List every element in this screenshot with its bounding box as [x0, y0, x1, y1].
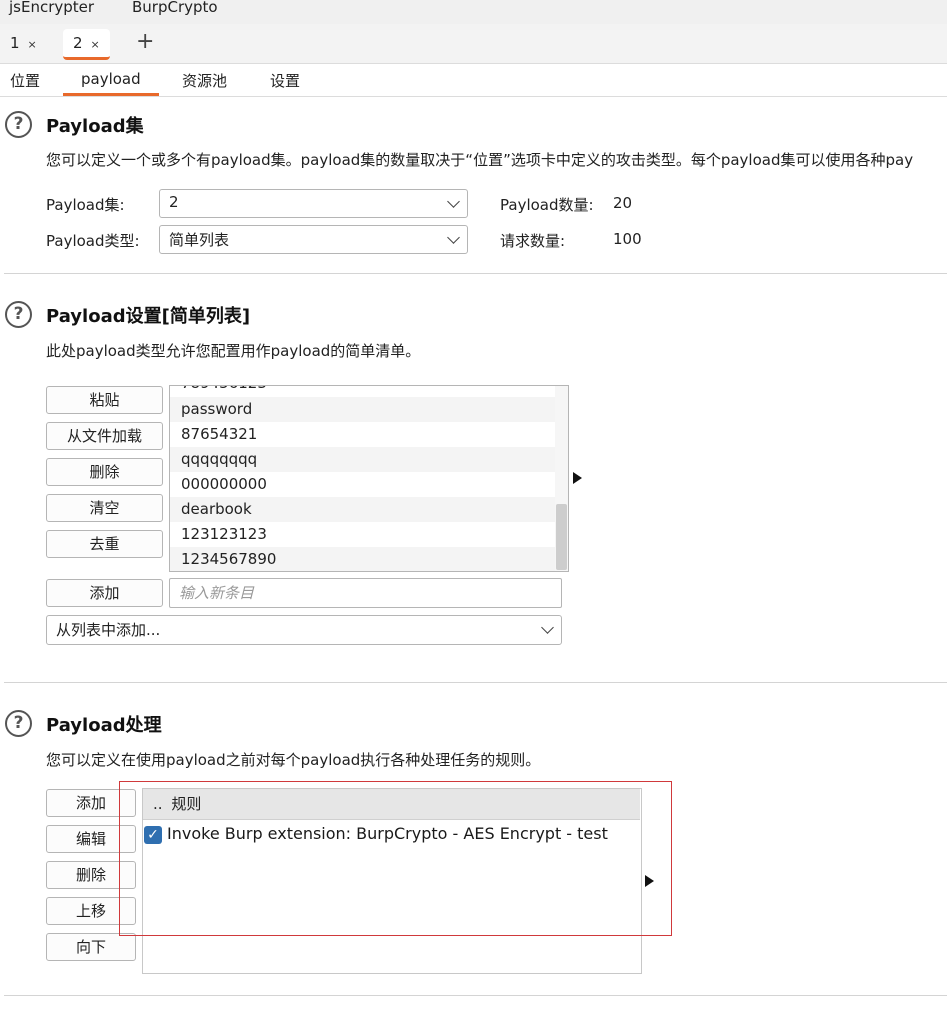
request-tab-1[interactable]: 1 ×: [0, 29, 47, 60]
payload-set-label: Payload集:: [46, 196, 125, 214]
paste-button[interactable]: 粘贴: [46, 386, 163, 414]
scrollbar-thumb[interactable]: [556, 504, 567, 570]
payload-settings-description: 此处payload类型允许您配置用作payload的简单清单。: [46, 342, 421, 360]
request-count-value: 100: [613, 230, 642, 248]
request-count-label: 请求数量:: [500, 232, 566, 250]
payload-type-label: Payload类型:: [46, 232, 140, 250]
section-divider: [4, 995, 947, 996]
help-icon[interactable]: ?: [5, 301, 32, 328]
list-item[interactable]: 87654321: [170, 422, 555, 447]
payload-list[interactable]: 789456123 password 87654321 qqqqqqqq 000…: [169, 385, 569, 572]
menu-jsencrypter[interactable]: jsEncrypter: [9, 0, 94, 16]
list-item[interactable]: 123123123: [170, 522, 555, 547]
chevron-down-icon: [541, 621, 554, 634]
payload-processing-description: 您可以定义在使用payload之前对每个payload执行各种处理任务的规则。: [46, 751, 541, 769]
plus-icon[interactable]: +: [136, 31, 154, 53]
list-item[interactable]: 789456123: [170, 386, 555, 396]
new-item-input[interactable]: [169, 578, 562, 608]
payload-count-value: 20: [613, 194, 633, 212]
payload-settings-heading: Payload设置[简单列表]: [46, 306, 251, 327]
tab-positions[interactable]: 位置: [10, 70, 40, 91]
clear-button[interactable]: 清空: [46, 494, 163, 522]
add-from-list-label: 从列表中添加...: [56, 621, 161, 639]
payload-sets-description: 您可以定义一个或多个有payload集。payload集的数量取决于“位置”选项…: [46, 151, 914, 169]
move-down-button[interactable]: 向下: [46, 933, 136, 961]
section-divider: [4, 273, 947, 274]
chevron-down-icon: [447, 195, 460, 208]
payload-set-value: 2: [169, 193, 179, 211]
request-tab-label: 1: [10, 34, 20, 52]
list-item[interactable]: password: [170, 397, 555, 422]
tab-settings[interactable]: 设置: [270, 70, 300, 91]
payload-processing-heading: Payload处理: [46, 715, 162, 736]
tab-payload[interactable]: payload: [63, 70, 159, 96]
list-item[interactable]: dearbook: [170, 497, 555, 522]
help-icon[interactable]: ?: [5, 710, 32, 737]
expand-arrow-icon[interactable]: [645, 875, 654, 887]
top-menu-bar: jsEncrypter BurpCrypto: [0, 0, 947, 24]
highlight-box: [119, 781, 672, 936]
close-icon[interactable]: ×: [28, 38, 37, 51]
list-item[interactable]: 000000000: [170, 472, 555, 497]
list-item[interactable]: 1234567890: [170, 547, 555, 571]
chevron-down-icon: [447, 231, 460, 244]
payload-type-value: 简单列表: [169, 231, 230, 249]
payload-sets-heading: Payload集: [46, 116, 144, 137]
add-from-list-select[interactable]: 从列表中添加...: [46, 615, 562, 645]
close-icon[interactable]: ×: [91, 38, 100, 51]
request-tab-label: 2: [73, 34, 83, 52]
list-scrollbar[interactable]: [555, 386, 568, 571]
expand-arrow-icon[interactable]: [573, 472, 582, 484]
tab-resource-pool[interactable]: 资源池: [182, 70, 227, 91]
help-icon[interactable]: ?: [5, 111, 32, 138]
sub-tab-bar: 位置 payload 资源池 设置: [0, 65, 947, 97]
request-tab-2[interactable]: 2 ×: [63, 29, 110, 60]
payload-set-select[interactable]: 2: [159, 189, 468, 218]
payload-type-select[interactable]: 简单列表: [159, 225, 468, 254]
list-item[interactable]: qqqqqqqq: [170, 447, 555, 472]
add-item-button[interactable]: 添加: [46, 579, 163, 607]
load-from-file-button[interactable]: 从文件加载: [46, 422, 163, 450]
deduplicate-button[interactable]: 去重: [46, 530, 163, 558]
remove-button[interactable]: 删除: [46, 458, 163, 486]
payload-count-label: Payload数量:: [500, 196, 594, 214]
section-divider: [4, 682, 947, 683]
menu-burpcrypto[interactable]: BurpCrypto: [132, 0, 218, 16]
